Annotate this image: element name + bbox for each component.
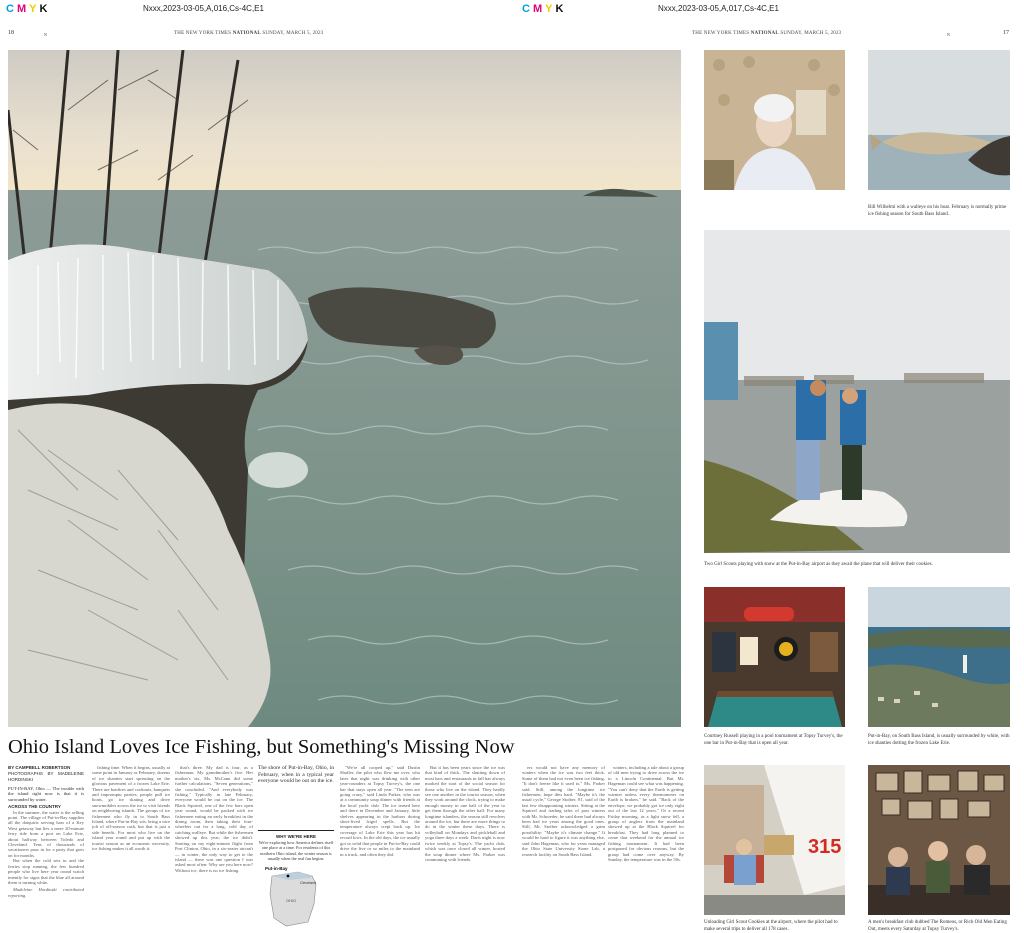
body-filler: ers would not have any memory of winters… — [522, 765, 605, 857]
caption-cookies: Unloading Girl Scout Cookies at the airp… — [704, 920, 838, 932]
photo-cookies-illustration: 315 — [704, 765, 845, 915]
body-filler: But when the cold sets in and the ferrie… — [8, 858, 84, 885]
page-number-left: 18 — [8, 30, 14, 36]
cmyk-k: K — [39, 3, 51, 15]
main-photo-frozen-shoreline — [8, 50, 681, 727]
photo-mary-ann-mccann — [704, 50, 845, 190]
folio-mark-left: N — [44, 32, 47, 37]
caption-scouts: Two Girl Scouts playing with snow at the… — [704, 562, 933, 567]
photo-walleye-illustration — [868, 50, 1010, 190]
body-filler: The shore of Put-in-Bay, Ohio, in Februa… — [258, 765, 334, 785]
dateline: PUT-IN-BAY, Ohio — The trouble with the … — [8, 786, 84, 802]
ohio-locator-map: Put-in-Bay Cleveland OHIO — [265, 866, 317, 926]
slug-left: Nxxx,2023-03-05,A,016,Cs-4C,E1 — [143, 4, 264, 13]
body-filler: that's three. My dad is four, as a fishe… — [175, 765, 253, 873]
folio-mark-right: N — [947, 32, 950, 37]
photo-unloading-cookies: 315 — [704, 765, 845, 915]
cmyk-k: K — [555, 3, 567, 15]
body-column-3: that's three. My dad is four, as a fishe… — [175, 765, 253, 930]
body-column-2: fishing time. When it begins, usually at… — [92, 765, 170, 930]
cmyk-registration-right: CMYK — [522, 3, 566, 15]
folio-section: NATIONAL — [232, 31, 261, 36]
cmyk-m: M — [532, 3, 546, 15]
folio-date: SUNDAY, MARCH 5, 2023 — [262, 31, 324, 36]
page-number-right: 17 — [1003, 30, 1009, 36]
body-filler: fishing time. When it begins, usually at… — [92, 765, 170, 852]
folio-section: NATIONAL — [750, 31, 779, 36]
map-label-ohio: OHIO — [286, 898, 296, 903]
caption-wilhelmi: Bill Wilhelmi with a walleye on his boat… — [868, 205, 1007, 217]
folio-left: THE NEW YORK TIMES NATIONAL SUNDAY, MARC… — [174, 31, 323, 36]
cmyk-y: Y — [545, 3, 556, 15]
map-label-cleveland: Cleveland — [300, 881, 316, 885]
photo-bill-wilhelmi-walleye — [868, 50, 1010, 190]
photo-scouts-illustration — [704, 230, 1010, 553]
cmyk-m: M — [16, 3, 30, 15]
cmyk-c: C — [6, 3, 17, 15]
body-filler: But it has been years since the ice was … — [425, 765, 505, 862]
caption-breakfast: A men's breakfast club dubbed The Romeos… — [868, 920, 1007, 932]
photo-romeos-breakfast — [868, 765, 1010, 915]
photo-topsy-turveys-pool — [704, 587, 845, 727]
caption-russell: Courtney Russell playing in a pool tourn… — [704, 734, 843, 746]
map-label-put-in-bay: Put-in-Bay — [265, 866, 288, 871]
photo-credit: Photographs by MADELEINE HORDINSKI — [8, 771, 84, 782]
sidebar-title: WHY WE'RE HERE — [276, 834, 316, 839]
body-column-7: ers would not have any memory of winters… — [522, 765, 605, 930]
svg-text:315: 315 — [808, 836, 841, 858]
photo-girl-scouts-airport — [704, 230, 1010, 553]
folio-paper: THE NEW YORK TIMES — [692, 31, 750, 36]
cmyk-y: Y — [29, 3, 40, 15]
body-column-4: The shore of Put-in-Bay, Ohio, in Februa… — [258, 765, 334, 825]
headline: Ohio Island Loves Ice Fishing, but Somet… — [8, 736, 515, 758]
contrib-note: Madeleine Hordinski contributed reportin… — [8, 887, 84, 898]
slug-right: Nxxx,2023-03-05,A,017,Cs-4C,E1 — [658, 4, 779, 13]
caption-aerial: Put-in-Bay, on South Bass Island, is usu… — [868, 734, 1010, 746]
photo-aerial-put-in-bay — [868, 587, 1010, 727]
photo-pool-illustration — [704, 587, 845, 727]
photo-mccann-illustration — [704, 50, 845, 190]
cmyk-registration-left: CMYK — [6, 3, 50, 15]
main-photo-illustration — [8, 50, 681, 727]
photo-aerial-illustration — [868, 587, 1010, 727]
body-filler: "We're all cooped up," said Dustin Shaff… — [340, 765, 420, 857]
body-filler: In the summer, the water is the selling … — [8, 809, 84, 858]
cmyk-c: C — [522, 3, 533, 15]
why-were-here-sidebar: WHY WE'RE HERE We're exploring how Ameri… — [258, 830, 334, 930]
folio-paper: THE NEW YORK TIMES — [174, 31, 232, 36]
body-column-1: By CAMPBELL ROBERTSON Photographs by MAD… — [8, 765, 84, 930]
folio-date: SUNDAY, MARCH 5, 2023 — [780, 31, 842, 36]
body-column-8: winters, including a tale about a group … — [608, 765, 684, 930]
body-filler: winters, including a tale about a group … — [608, 765, 684, 862]
body-column-5: "We're all cooped up," said Dustin Shaff… — [340, 765, 420, 930]
sidebar-text: We're exploring how America defines itse… — [258, 840, 334, 862]
body-column-6: But it has been years since the ice was … — [425, 765, 505, 930]
folio-right: THE NEW YORK TIMES NATIONAL SUNDAY, MARC… — [692, 31, 841, 36]
photo-breakfast-illustration — [868, 765, 1010, 915]
